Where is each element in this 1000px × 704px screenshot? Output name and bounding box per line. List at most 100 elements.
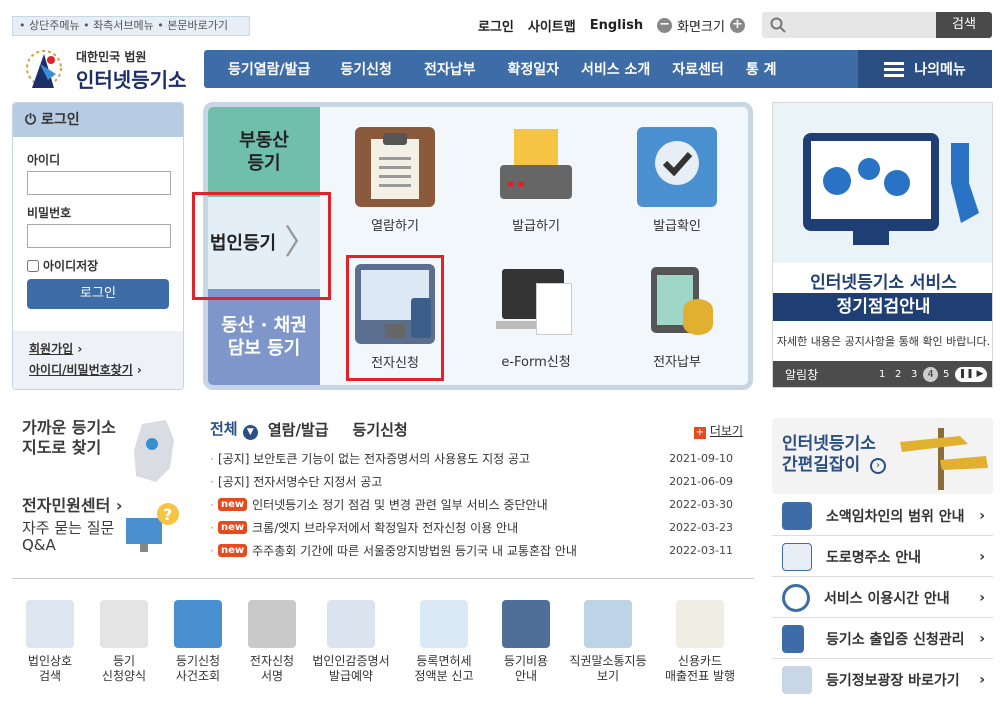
nav-item-resources[interactable]: 자료센터 [672, 59, 724, 79]
quick-forms[interactable]: 등기 신청양식 [90, 600, 158, 684]
link-service-hours[interactable]: 서비스 이용시간 안내 › [772, 578, 993, 618]
notice-tabs: 전체 ▼ 열람/발급 등기신청 [210, 418, 743, 440]
nav-item-e-payment[interactable]: 전자납부 [424, 59, 476, 79]
save-id-checkbox[interactable] [27, 259, 39, 272]
login-panel: ⏻ 로그인 아이디 비밀번호 아이디저장 로그인 회원가입 › 아이디/비밀번호… [12, 102, 184, 390]
nav-item-statistics[interactable]: 통 계 [746, 59, 777, 79]
gears-monitor-icon [803, 133, 979, 245]
checkmark-icon [637, 127, 717, 207]
quick-cost-guide[interactable]: 등기비용 안내 [492, 600, 560, 684]
my-menu-button[interactable]: 나의메뉴 [858, 50, 992, 88]
banner-pager: 알림창 1 2 3 4 5 ❚❚ ▶ [773, 361, 992, 387]
id-label: 아이디 [27, 153, 61, 167]
id-card-icon [782, 624, 804, 653]
zoom-in-icon[interactable]: + [729, 17, 745, 33]
link-road-address[interactable]: 도로명주소 안내 › [772, 537, 993, 577]
banner-bar-label: 알림창 [785, 368, 819, 382]
tab-all[interactable]: 전체 ▼ [210, 418, 258, 440]
quick-card-receipt[interactable]: 신용카드 매출전표 발행 [658, 600, 742, 684]
link-small-tenant[interactable]: 소액임차인의 범위 안내 › [772, 496, 993, 536]
quick-label: 법인인감증명서 발급예약 [312, 654, 390, 683]
speech-bubble-icon [584, 600, 632, 648]
sitemap-link[interactable]: 사이트맵 [528, 16, 576, 35]
notice-date: 2021-06-09 [669, 475, 733, 488]
join-link[interactable]: 회원가입 [29, 342, 73, 356]
chevron-down-icon: ▼ [242, 425, 258, 440]
notice-board: 전체 ▼ 열람/발급 등기신청 + 더보기 · [공지] 보안토큰 기능이 없는 전… [210, 418, 743, 558]
nav-item-registration[interactable]: 등기신청 [340, 59, 392, 79]
notice-date: 2021-09-10 [669, 452, 733, 465]
category-movable[interactable]: 동산 · 채권 담보 등기 [208, 289, 320, 385]
window-icon [174, 600, 222, 648]
easy-guide-banner[interactable]: 인터넷등기소 간편길잡이 › [772, 418, 993, 494]
tab-view-issue[interactable]: 열람/발급 [268, 419, 329, 440]
save-id-label: 아이디저장 [43, 259, 99, 273]
notice-item[interactable]: · new 인터넷등기소 정기 점검 및 변경 관련 일부 서비스 중단안내 2022… [210, 496, 743, 513]
search-icon [770, 17, 786, 33]
quick-cancellation-notice[interactable]: 직권말소통지등 보기 [562, 600, 654, 684]
highlight-corporate [192, 192, 331, 300]
notice-title: 주주총회 기간에 따른 서울중앙지방법원 등기국 내 교통혼잡 안내 [252, 544, 577, 558]
nav-item-fixed-date[interactable]: 확정일자 [507, 59, 559, 79]
pause-next-icon[interactable]: ❚❚ ▶ [955, 367, 987, 382]
quick-license-tax[interactable]: 등록면허세 정액분 신고 [404, 600, 484, 684]
more-link[interactable]: + 더보기 [693, 422, 743, 439]
quick-e-sign[interactable]: 전자신청 서명 [238, 600, 306, 684]
quick-label: 등기 신청양식 [101, 654, 147, 683]
service-verify[interactable]: 발급확인 [622, 127, 732, 234]
notice-item[interactable]: · new 주주총회 기간에 따른 서울중앙지방법원 등기국 내 교통혼잡 안내 20… [210, 542, 743, 559]
quick-label: 등기비용 안내 [503, 654, 549, 683]
civil-center-link[interactable]: 전자민원센터 › [22, 496, 123, 516]
nav-item-view-issue[interactable]: 등기열람/발급 [228, 59, 310, 79]
quick-corp-search[interactable]: 법인상호 검색 [16, 600, 84, 684]
tab-registration[interactable]: 등기신청 [353, 419, 408, 440]
service-e-payment[interactable]: 전자납부 [622, 263, 732, 370]
link-label: 등기소 출입증 신청관리 [826, 631, 965, 648]
bullet-icon: · [210, 474, 214, 489]
login-button[interactable]: 로그인 [27, 279, 169, 309]
bullet-icon: · [210, 497, 214, 512]
new-badge: new [218, 521, 248, 534]
link-access-card[interactable]: 등기소 출입증 신청관리 › [772, 619, 993, 659]
notice-item[interactable]: · new 크롬/엣지 브라우저에서 확정일자 전자신청 이용 안내 2022-03-… [210, 519, 743, 536]
calendar-icon [327, 600, 375, 648]
quick-seal-reservation[interactable]: 법인인감증명서 발급예약 [308, 600, 394, 684]
service-verify-label: 발급확인 [653, 219, 701, 234]
page-4-current[interactable]: 4 [923, 367, 938, 382]
quick-label: 직권말소통지등 보기 [569, 654, 647, 683]
page-3[interactable]: 3 [911, 361, 917, 387]
link-label: 도로명주소 안내 [826, 549, 922, 566]
notice-item[interactable]: · [공지] 보안토큰 기능이 없는 전자증명서의 사용용도 지정 공고 2021-… [210, 450, 743, 467]
pw-label: 비밀번호 [27, 206, 72, 220]
quick-label: 신용카드 매출전표 발행 [664, 654, 736, 683]
skip-links[interactable]: • 상단주메뉴 • 좌측서브메뉴 • 본문바로가기 [12, 16, 250, 36]
service-e-application[interactable]: 전자신청 [346, 255, 444, 381]
pw-input[interactable] [27, 224, 171, 248]
page-1[interactable]: 1 [879, 361, 885, 387]
nav-item-service-intro[interactable]: 서비스 소개 [581, 59, 650, 79]
english-link[interactable]: English [590, 18, 643, 33]
service-issue[interactable]: 발급하기 [481, 127, 591, 234]
house-icon [782, 501, 812, 530]
find-account-link[interactable]: 아이디/비밀번호찾기 [29, 363, 133, 377]
zoom-out-icon[interactable]: − [657, 17, 673, 33]
search-button[interactable]: 검색 [936, 12, 992, 38]
chevron-right-icon: › [979, 589, 985, 606]
quick-case-lookup[interactable]: 등기신청 사건조회 [164, 600, 232, 684]
maintenance-banner[interactable]: 인터넷등기소 서비스 정기점검안내 자세한 내용은 공지사항을 통해 확인 바랍… [772, 102, 993, 388]
service-eform[interactable]: e-Form신청 [481, 263, 591, 370]
page-2[interactable]: 2 [895, 361, 901, 387]
category-real-estate-label: 부동산 등기 [239, 130, 289, 174]
logo-subtitle: 대한민국 법원 [76, 50, 147, 64]
logo[interactable]: 대한민국 법원 인터넷등기소 [18, 44, 198, 96]
page-5[interactable]: 5 [943, 361, 949, 387]
find-office-map-link[interactable]: 가까운 등기소 지도로 찾기 [22, 418, 123, 458]
login-link[interactable]: 로그인 [478, 16, 514, 35]
service-view[interactable]: 열람하기 [340, 127, 450, 234]
search-input[interactable] [790, 15, 930, 35]
link-registry-data[interactable]: 등기정보광장 바로가기 › [772, 660, 993, 700]
id-input[interactable] [27, 171, 171, 195]
category-real-estate[interactable]: 부동산 등기 [208, 107, 320, 197]
faq-link[interactable]: 자주 묻는 질문 Q&A [22, 520, 123, 554]
notice-item[interactable]: · [공지] 전자서명수단 지정서 공고 2021-06-09 [210, 473, 743, 490]
